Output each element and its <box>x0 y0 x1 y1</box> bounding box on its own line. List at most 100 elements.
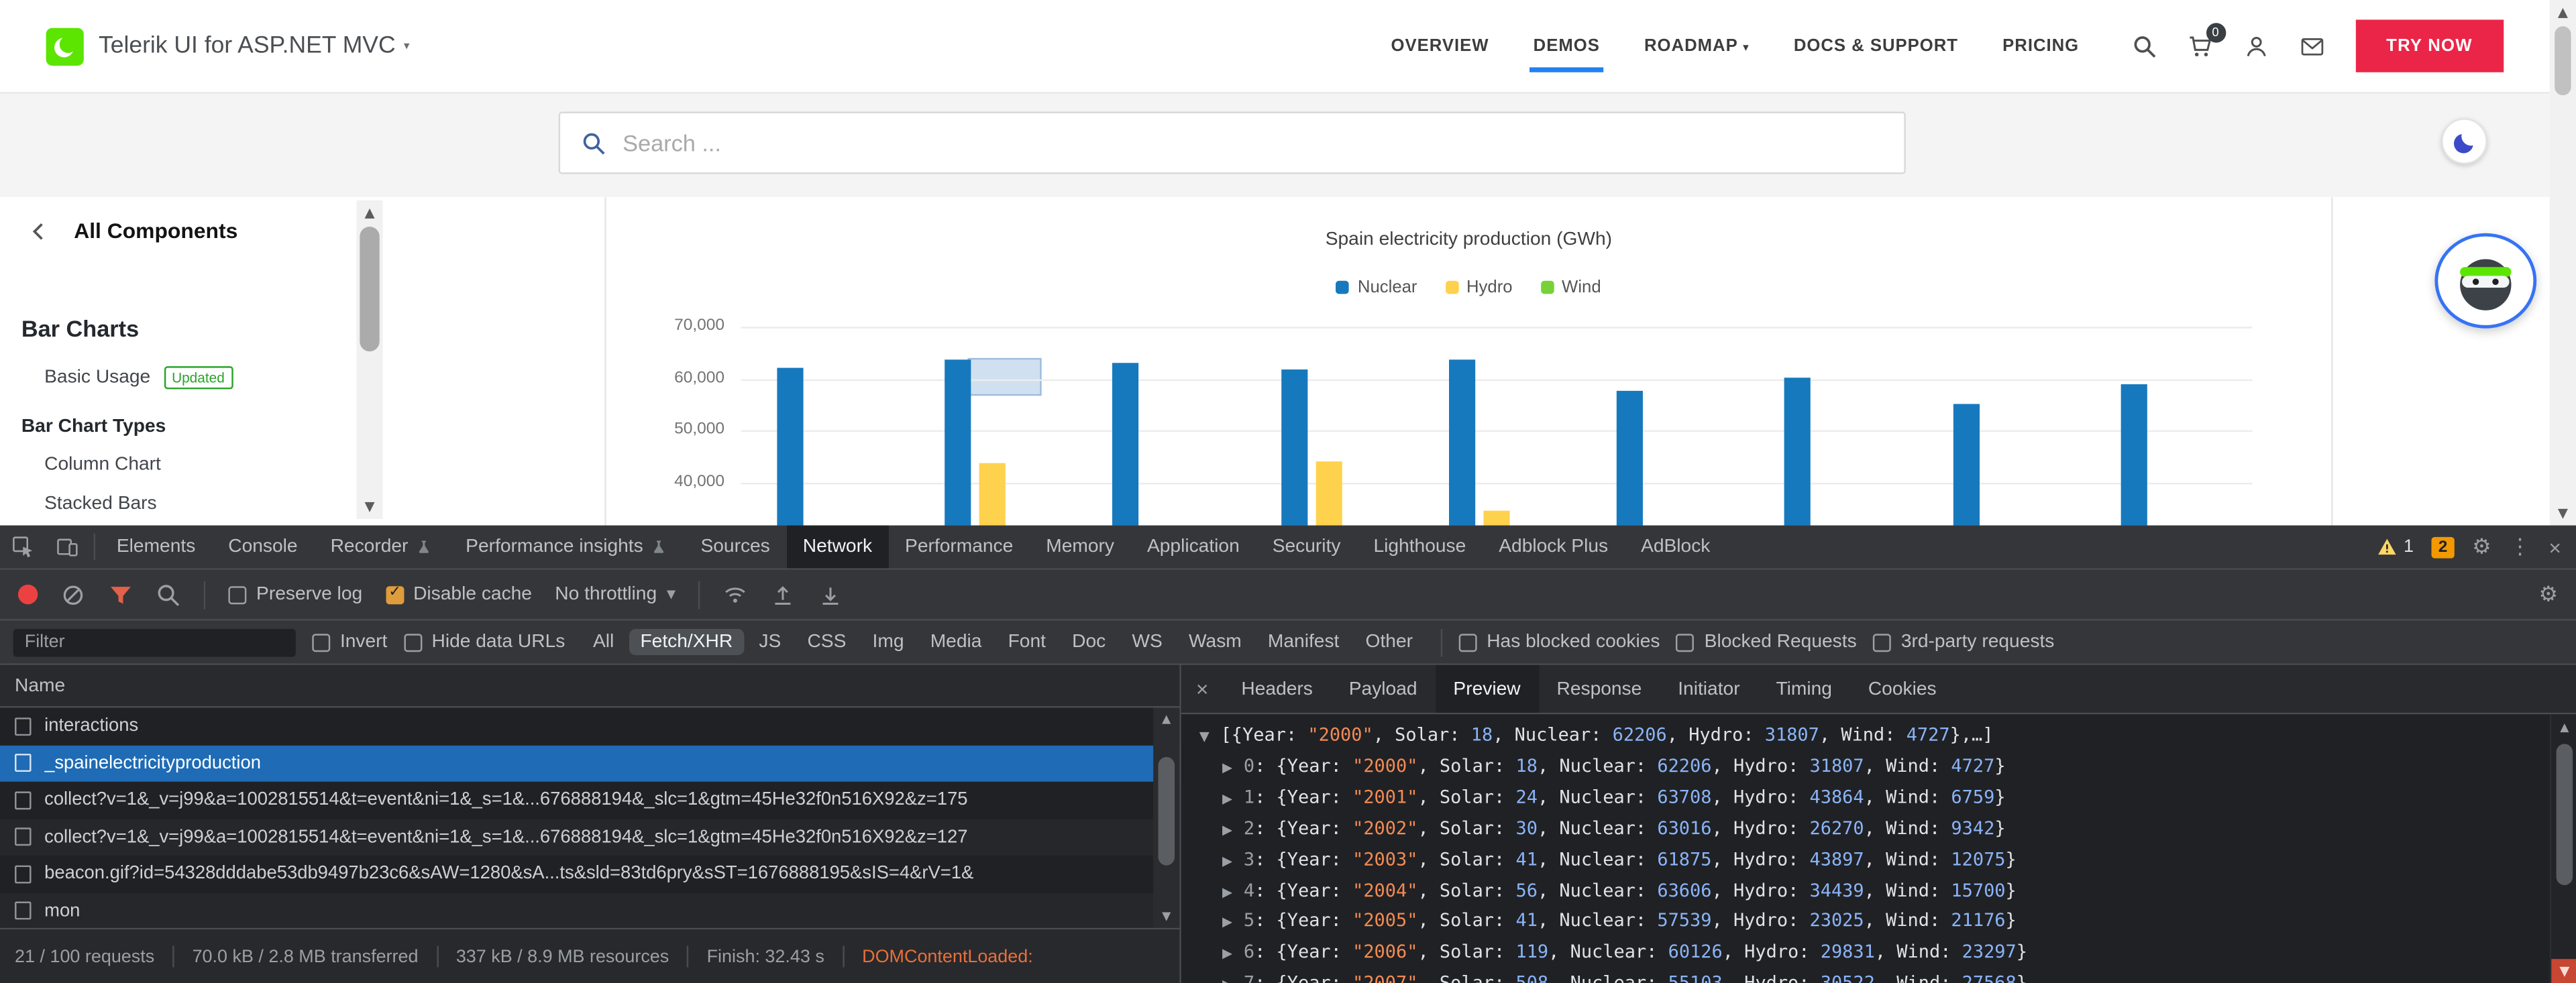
preview-node-5[interactable]: ▶5: {Year: "2005", Solar: 41, Nuclear: 5… <box>1199 907 2550 938</box>
bar-nuclear-2008[interactable] <box>2121 384 2147 525</box>
devtools-tab-lighthouse[interactable]: Lighthouse <box>1357 526 1483 569</box>
inspector-tab-response[interactable]: Response <box>1539 665 1660 713</box>
bar-nuclear-2001[interactable] <box>945 359 971 526</box>
invert-checkbox[interactable]: Invert <box>312 632 387 652</box>
sidebar-back[interactable]: All Components <box>30 219 237 243</box>
site-search-input[interactable] <box>623 129 1882 156</box>
scroll-down-icon[interactable]: ▼ <box>1153 905 1179 927</box>
request-row-collect-v-1-v-j99-a-100281551[interactable]: collect?v=1&_v=j99&a=1002815514&t=event&… <box>0 819 1179 856</box>
hide-data-urls-checkbox[interactable]: Hide data URLs <box>404 632 565 652</box>
preview-node-4[interactable]: ▶4: {Year: "2004", Solar: 56, Nuclear: 6… <box>1199 876 2550 907</box>
filter-pill-wasm[interactable]: Wasm <box>1177 629 1253 655</box>
settings-gear-icon[interactable]: ⚙ <box>2472 534 2491 559</box>
filter-pill-all[interactable]: All <box>582 629 626 655</box>
nav-item-demos[interactable]: DEMOS <box>1534 36 1600 56</box>
network-settings-gear-icon[interactable]: ⚙ <box>2539 582 2559 607</box>
devtools-tab-console[interactable]: Console <box>212 526 314 569</box>
inspector-tab-payload[interactable]: Payload <box>1331 665 1436 713</box>
scroll-up-icon[interactable]: ▲ <box>2550 0 2576 25</box>
scroll-down-icon[interactable]: ▼ <box>356 494 382 519</box>
product-switcher[interactable]: Telerik UI for ASP.NET MVC ▾ <box>99 33 410 59</box>
scroll-up-icon[interactable]: ▲ <box>356 200 382 225</box>
devtools-tab-network[interactable]: Network <box>786 526 888 569</box>
filter-pill-doc[interactable]: Doc <box>1061 629 1117 655</box>
nav-item-roadmap[interactable]: ROADMAP▾ <box>1644 36 1750 56</box>
devtools-tab-sources[interactable]: Sources <box>684 526 786 569</box>
inspect-element-icon[interactable] <box>0 526 44 569</box>
inspector-tab-timing[interactable]: Timing <box>1758 665 1850 713</box>
bar-nuclear-2006[interactable] <box>1784 378 1811 526</box>
clear-network-log-icon[interactable] <box>61 582 86 607</box>
preserve-log-checkbox[interactable]: Preserve log <box>228 585 362 604</box>
scrollbar-thumb[interactable] <box>1159 757 1175 866</box>
contact-icon[interactable] <box>2299 34 2324 58</box>
devtools-tab-adblock-plus[interactable]: Adblock Plus <box>1483 526 1625 569</box>
sidebar-item-column-chart[interactable]: Column Chart <box>0 445 355 485</box>
sidebar-item-basic-usage[interactable]: Basic UsageUpdated <box>0 356 355 399</box>
bar-nuclear-2004[interactable] <box>1449 360 1475 526</box>
scrollbar-thumb[interactable] <box>2555 26 2571 95</box>
network-filter-input[interactable] <box>13 628 296 656</box>
kebab-menu-icon[interactable]: ⋮ <box>2510 534 2531 559</box>
close-inspector-icon[interactable]: × <box>1181 665 1224 713</box>
devtools-tab-memory[interactable]: Memory <box>1030 526 1131 569</box>
nav-item-pricing[interactable]: PRICING <box>2002 36 2079 56</box>
warnings-counter[interactable]: 1 <box>2377 537 2414 557</box>
throttling-dropdown[interactable]: No throttling ▼ <box>555 585 676 604</box>
filter-pill-fetch-xhr[interactable]: Fetch/XHR <box>629 629 744 655</box>
request-row-collect-v-1-v-j99-a-100281551[interactable]: collect?v=1&_v=j99&a=1002815514&t=event&… <box>0 782 1179 819</box>
inspector-tab-cookies[interactable]: Cookies <box>1850 665 1955 713</box>
preview-root-node[interactable]: ▼[{Year: "2000", Solar: 18, Nuclear: 622… <box>1199 721 2550 752</box>
preview-node-7[interactable]: ▶7: {Year: "2007", Solar: 508, Nuclear: … <box>1199 970 2550 983</box>
page-scrollbar[interactable]: ▲ ▼ <box>2550 0 2576 526</box>
search-icon[interactable] <box>2132 34 2157 58</box>
legend-item-hydro[interactable]: Hydro <box>1445 278 1512 297</box>
scroll-down-icon[interactable]: ▼ <box>2550 501 2576 526</box>
dark-mode-toggle[interactable] <box>2441 118 2487 164</box>
devtools-tab-elements[interactable]: Elements <box>100 526 211 569</box>
filter-pill-css[interactable]: CSS <box>796 629 857 655</box>
bar-hydro-2001[interactable] <box>979 463 1006 526</box>
try-now-button[interactable]: TRY NOW <box>2355 19 2504 72</box>
bar-hydro-2003[interactable] <box>1316 462 1342 525</box>
bar-nuclear-2002[interactable] <box>1113 363 1139 525</box>
inspector-tab-preview[interactable]: Preview <box>1435 665 1538 713</box>
preview-node-2[interactable]: ▶2: {Year: "2002", Solar: 30, Nuclear: 6… <box>1199 814 2550 845</box>
devtools-tab-adblock[interactable]: AdBlock <box>1625 526 1727 569</box>
filter-pill-media[interactable]: Media <box>919 629 994 655</box>
devtools-tab-security[interactable]: Security <box>1256 526 1357 569</box>
disable-cache-checkbox[interactable]: Disable cache <box>385 585 532 604</box>
export-har-icon[interactable] <box>818 582 843 607</box>
request-row-beacon-gif-id-54328dddabe53db9[interactable]: beacon.gif?id=54328dddabe53db9497b23c6&s… <box>0 856 1179 892</box>
bar-nuclear-2000[interactable] <box>777 367 803 526</box>
preview-node-3[interactable]: ▶3: {Year: "2003", Solar: 41, Nuclear: 6… <box>1199 845 2550 876</box>
devtools-tab-application[interactable]: Application <box>1130 526 1256 569</box>
bar-nuclear-2005[interactable] <box>1617 392 1643 526</box>
filter-pill-font[interactable]: Font <box>996 629 1057 655</box>
inspector-tab-headers[interactable]: Headers <box>1223 665 1330 713</box>
preview-node-1[interactable]: ▶1: {Year: "2001", Solar: 24, Nuclear: 6… <box>1199 783 2550 814</box>
scroll-up-icon[interactable]: ▲ <box>2551 714 2576 739</box>
has-blocked-cookies-checkbox[interactable]: Has blocked cookies <box>1459 632 1660 652</box>
issues-counter[interactable]: 2 <box>2432 536 2454 558</box>
account-icon[interactable] <box>2243 34 2268 58</box>
request-row-interactions[interactable]: interactions <box>0 708 1179 745</box>
devtools-tab-performance[interactable]: Performance <box>889 526 1030 569</box>
filter-funnel-icon[interactable] <box>109 582 133 607</box>
search-network-icon[interactable] <box>156 582 181 607</box>
request-row-spainelectricityproduction[interactable]: _spainelectricityproduction <box>0 745 1179 782</box>
cart-icon[interactable]: 0 <box>2188 34 2212 58</box>
device-toolbar-icon[interactable] <box>44 526 89 569</box>
scroll-down-icon[interactable]: ▼ <box>2551 959 2576 983</box>
filter-pill-ws[interactable]: WS <box>1120 629 1174 655</box>
filter-pill-other[interactable]: Other <box>1354 629 1424 655</box>
sidebar-item-stacked-bars[interactable]: Stacked Bars <box>0 485 355 524</box>
devtools-tab-recorder[interactable]: Recorder <box>314 526 449 569</box>
preview-node-0[interactable]: ▶0: {Year: "2000", Solar: 18, Nuclear: 6… <box>1199 752 2550 783</box>
inspector-tab-initiator[interactable]: Initiator <box>1660 665 1758 713</box>
scroll-up-icon[interactable]: ▲ <box>1153 708 1179 731</box>
nav-item-docs-support[interactable]: DOCS & SUPPORT <box>1794 36 1958 56</box>
request-list-scrollbar[interactable]: ▲▼ <box>1153 708 1179 928</box>
sidebar-scrollbar[interactable]: ▲ ▼ <box>356 200 382 519</box>
blocked-requests-checkbox[interactable]: Blocked Requests <box>1676 632 1857 652</box>
